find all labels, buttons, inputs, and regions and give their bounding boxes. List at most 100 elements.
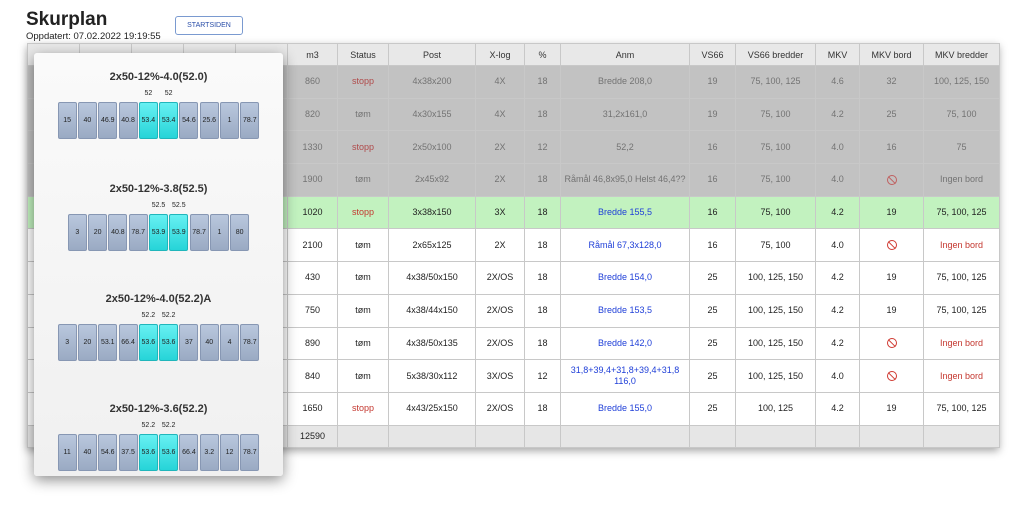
vs66-bredder-cell: 75, 100 [735, 163, 816, 197]
side-board: 40.8 [108, 214, 128, 251]
status-cell: tøm [337, 326, 389, 361]
percent-cell: 18 [524, 391, 561, 426]
percent-cell: 18 [524, 293, 561, 328]
mkv-bredder-cell: 75, 100 [923, 97, 1000, 132]
mkv-bredder-cell: Ingen bord [923, 228, 1000, 263]
col-m3: m3 [287, 43, 338, 66]
vs66-cell: 16 [689, 130, 736, 165]
side-board: 46.9 [98, 102, 118, 139]
mkv-bredder-cell: 100, 125, 150 [923, 65, 1000, 99]
m3-cell: 1650 [287, 391, 338, 426]
side-board: 37 [179, 324, 199, 361]
total-cell [475, 424, 525, 448]
cutting-pattern[interactable]: 2x50-12%-4.0(52.2)A 3 20 53.1 66.4 53.6 52.2 53… [34, 292, 283, 361]
col-mkv-bord: MKV bord [859, 43, 924, 66]
m3-cell: 820 [287, 97, 338, 132]
vs66-cell: 25 [689, 391, 736, 426]
total-cell [815, 424, 860, 448]
total-cell [524, 424, 561, 448]
side-board: 78.7 [240, 324, 260, 361]
mkv-cell: 4.0 [815, 228, 860, 263]
mkv-cell: 4.2 [815, 391, 860, 426]
post-cell: 4x30x155 [388, 97, 476, 132]
mkv-cell: 4.2 [815, 195, 860, 230]
side-board: 15 [57, 102, 77, 139]
post-cell: 4x43/25x150 [388, 391, 476, 426]
anm-cell: Bredde 155,5 [560, 195, 690, 230]
side-board: 66.4 [179, 434, 199, 471]
post-cell: 5x38/30x112 [388, 359, 476, 393]
side-board: 25.6 [199, 102, 219, 139]
cutting-pattern[interactable]: 2x50-12%-3.8(52.5) 3 20 40.8 78.7 53.9 52.5 53.… [34, 182, 283, 251]
m3-cell: 1900 [287, 163, 338, 197]
col-vs66: VS66 [689, 43, 736, 66]
vs66-cell: 19 [689, 97, 736, 132]
mkv-bredder-cell: 75, 100, 125 [923, 391, 1000, 426]
mkv-bredder-cell: 75, 100, 125 [923, 293, 1000, 328]
cutting-pattern[interactable]: 2x50-12%-4.0(52.0) 15 40 46.9 40.8 53.4 52 53.4… [34, 70, 283, 139]
mkv-cell: 4.0 [815, 163, 860, 197]
vs66-bredder-cell: 75, 100 [735, 97, 816, 132]
m3-cell: 2100 [287, 228, 338, 263]
side-board: 3 [57, 324, 77, 361]
vs66-cell: 25 [689, 326, 736, 361]
mkv-bord-cell: 16 [859, 130, 924, 165]
mkv-bord-cell: 19 [859, 293, 924, 328]
xlog-cell: 2X/OS [475, 326, 525, 361]
vs66-cell: 16 [689, 195, 736, 230]
side-board: 40 [77, 102, 97, 139]
pattern-boards: 15 40 46.9 40.8 53.4 52 53.4 52 54.6 25.6 1 78.7 [34, 89, 283, 139]
total-m3: 12590 [287, 424, 338, 448]
xlog-cell: 2X [475, 130, 525, 165]
no-entry-icon [886, 175, 897, 186]
mkv-bredder-cell: Ingen bord [923, 326, 1000, 361]
anm-cell: 31,8+39,4+31,8+39,4+31,8 116,0 [560, 359, 690, 393]
mkv-bredder-cell: 75, 100, 125 [923, 195, 1000, 230]
vs66-cell: 16 [689, 228, 736, 263]
percent-cell: 18 [524, 261, 561, 295]
main-board: 53.9 [149, 214, 168, 251]
mkv-bord-cell [859, 228, 924, 263]
side-board: 1 [209, 214, 229, 251]
percent-cell: 18 [524, 163, 561, 197]
side-board: 1 [220, 102, 240, 139]
mkv-bredder-cell: 75, 100, 125 [923, 261, 1000, 295]
percent-cell: 18 [524, 326, 561, 361]
total-cell [337, 424, 389, 448]
main-board-label: 52.2 [141, 422, 156, 429]
xlog-cell: 4X [475, 65, 525, 99]
total-cell [735, 424, 816, 448]
vs66-bredder-cell: 75, 100 [735, 195, 816, 230]
post-cell: 4x38/50x135 [388, 326, 476, 361]
updated-timestamp: Oppdatert: 07.02.2022 19:19:55 [26, 31, 161, 42]
start-page-button[interactable]: STARTSIDEN [175, 16, 243, 35]
status-cell: stopp [337, 65, 389, 99]
vs66-bredder-cell: 100, 125 [735, 391, 816, 426]
page-header: Skurplan Oppdatert: 07.02.2022 19:19:55 [26, 9, 161, 43]
no-entry-icon [886, 371, 897, 382]
status-cell: tøm [337, 163, 389, 197]
vs66-bredder-cell: 100, 125, 150 [735, 326, 816, 361]
mkv-bord-cell: 19 [859, 261, 924, 295]
m3-cell: 860 [287, 65, 338, 99]
percent-cell: 18 [524, 195, 561, 230]
xlog-cell: 2X/OS [475, 391, 525, 426]
main-board-label: 52.2 [161, 312, 176, 319]
pattern-title: 2x50-12%-4.0(52.0) [109, 71, 208, 83]
vs66-bredder-cell: 75, 100, 125 [735, 65, 816, 99]
pattern-popup: 2x50-12%-4.0(52.0) 15 40 46.9 40.8 53.4 52 53.4… [34, 53, 283, 476]
status-cell: tøm [337, 359, 389, 393]
anm-cell: 52,2 [560, 130, 690, 165]
main-board-label: 52 [144, 90, 153, 97]
main-board-label: 52.5 [151, 202, 166, 209]
mkv-bord-cell: 19 [859, 195, 924, 230]
mkv-cell: 4.6 [815, 65, 860, 99]
mkv-bord-cell [859, 359, 924, 393]
cutting-pattern[interactable]: 2x50-12%-3.6(52.2) 11 40 54.6 37.5 53.6 52.2 53… [34, 402, 283, 471]
pattern-title: 2x50-12%-4.0(52.2)A [105, 293, 212, 305]
side-board: 4 [220, 324, 240, 361]
xlog-cell: 2X/OS [475, 293, 525, 328]
total-cell [859, 424, 924, 448]
total-cell [560, 424, 690, 448]
col-vs66-bredder: VS66 bredder [735, 43, 816, 66]
